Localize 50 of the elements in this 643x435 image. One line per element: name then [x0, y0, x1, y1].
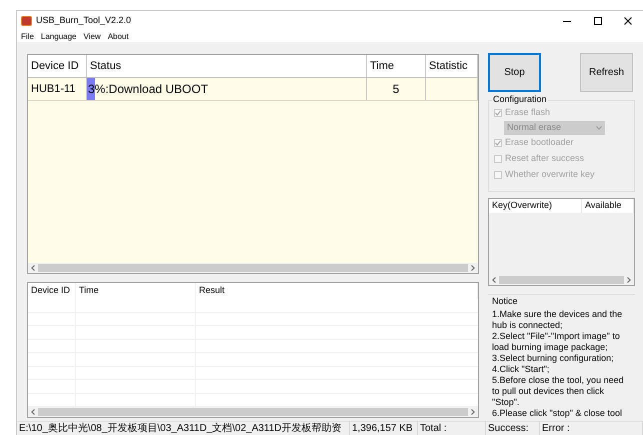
status-bar-text: Success:: [486, 421, 540, 435]
column-header[interactable]: Time: [367, 55, 426, 77]
column-header[interactable]: Key(Overwrite): [489, 199, 582, 213]
column-header[interactable]: Available: [582, 199, 634, 213]
status-bar-text: 1,396,157 KB: [350, 421, 418, 435]
maximize-icon[interactable]: [594, 17, 602, 25]
chevron-down-icon: [596, 126, 602, 130]
dropdown-value: Normal erase: [507, 121, 562, 134]
column-header[interactable]: Device ID: [28, 283, 76, 299]
scroll-right-icon[interactable]: [627, 277, 631, 283]
scroll-right-icon[interactable]: [471, 265, 475, 271]
table-cell: 5: [367, 78, 426, 100]
checkmark-icon: [495, 140, 501, 146]
checkbox-label: Whether overwrite key: [505, 168, 595, 182]
column-header[interactable]: Status: [87, 55, 367, 77]
scroll-right-icon[interactable]: [471, 409, 475, 415]
horizontal-scrollbar[interactable]: [489, 275, 634, 285]
stop-button[interactable]: Stop: [488, 53, 541, 92]
checkmark-icon: [495, 110, 501, 116]
menu-item[interactable]: View: [83, 32, 101, 40]
scroll-left-icon[interactable]: [492, 277, 496, 283]
menu-item[interactable]: File: [21, 32, 34, 40]
checkbox-label: Erase bootloader: [505, 136, 574, 150]
refresh-button[interactable]: Refresh: [580, 53, 633, 92]
scroll-left-icon[interactable]: [31, 265, 35, 271]
group-title: Notice: [492, 297, 519, 306]
scrollbar-thumb[interactable]: [38, 264, 468, 272]
status-bar-text: Error :: [540, 421, 643, 435]
scroll-left-icon[interactable]: [31, 409, 35, 415]
column-header[interactable]: Device ID: [28, 55, 87, 77]
app-icon: [21, 16, 32, 26]
menu-item[interactable]: Language: [40, 32, 76, 40]
column-header[interactable]: Result: [196, 283, 478, 299]
window-title: USB_Burn_Tool_V2.2.0: [36, 14, 132, 28]
checkbox-label: Erase flash: [505, 106, 550, 120]
status-bar-text: E:\10_奥比中光\08_开发板项目\03_A311D_文档\02_A311D开发板帮助资: [17, 421, 350, 435]
horizontal-scrollbar[interactable]: [28, 407, 478, 417]
minimize-icon[interactable]: [563, 20, 571, 22]
horizontal-scrollbar[interactable]: [28, 263, 478, 273]
menu-item[interactable]: About: [108, 32, 129, 40]
status-bar-text: Total :: [418, 421, 486, 435]
checkbox-label: Reset after success: [505, 152, 584, 166]
notice-text: 1.Make sure the devices and the hub is connected; 2.Select "File"-"Import image" to load burning image package; 3.Select burning configuration; 4.Click "Start"; 5.Before close the tool, you need to pull out devices then click "Stop". 6.Please click "stop" & close tool: [492, 309, 625, 419]
scrollbar-thumb[interactable]: [499, 276, 624, 284]
group-title: Configuration: [492, 95, 548, 104]
scrollbar-thumb[interactable]: [38, 408, 468, 416]
status-text: 3%:Download UBOOT: [87, 81, 208, 98]
column-header[interactable]: Time: [76, 283, 196, 299]
close-icon[interactable]: [624, 17, 632, 25]
column-header[interactable]: Statistic: [426, 55, 478, 77]
